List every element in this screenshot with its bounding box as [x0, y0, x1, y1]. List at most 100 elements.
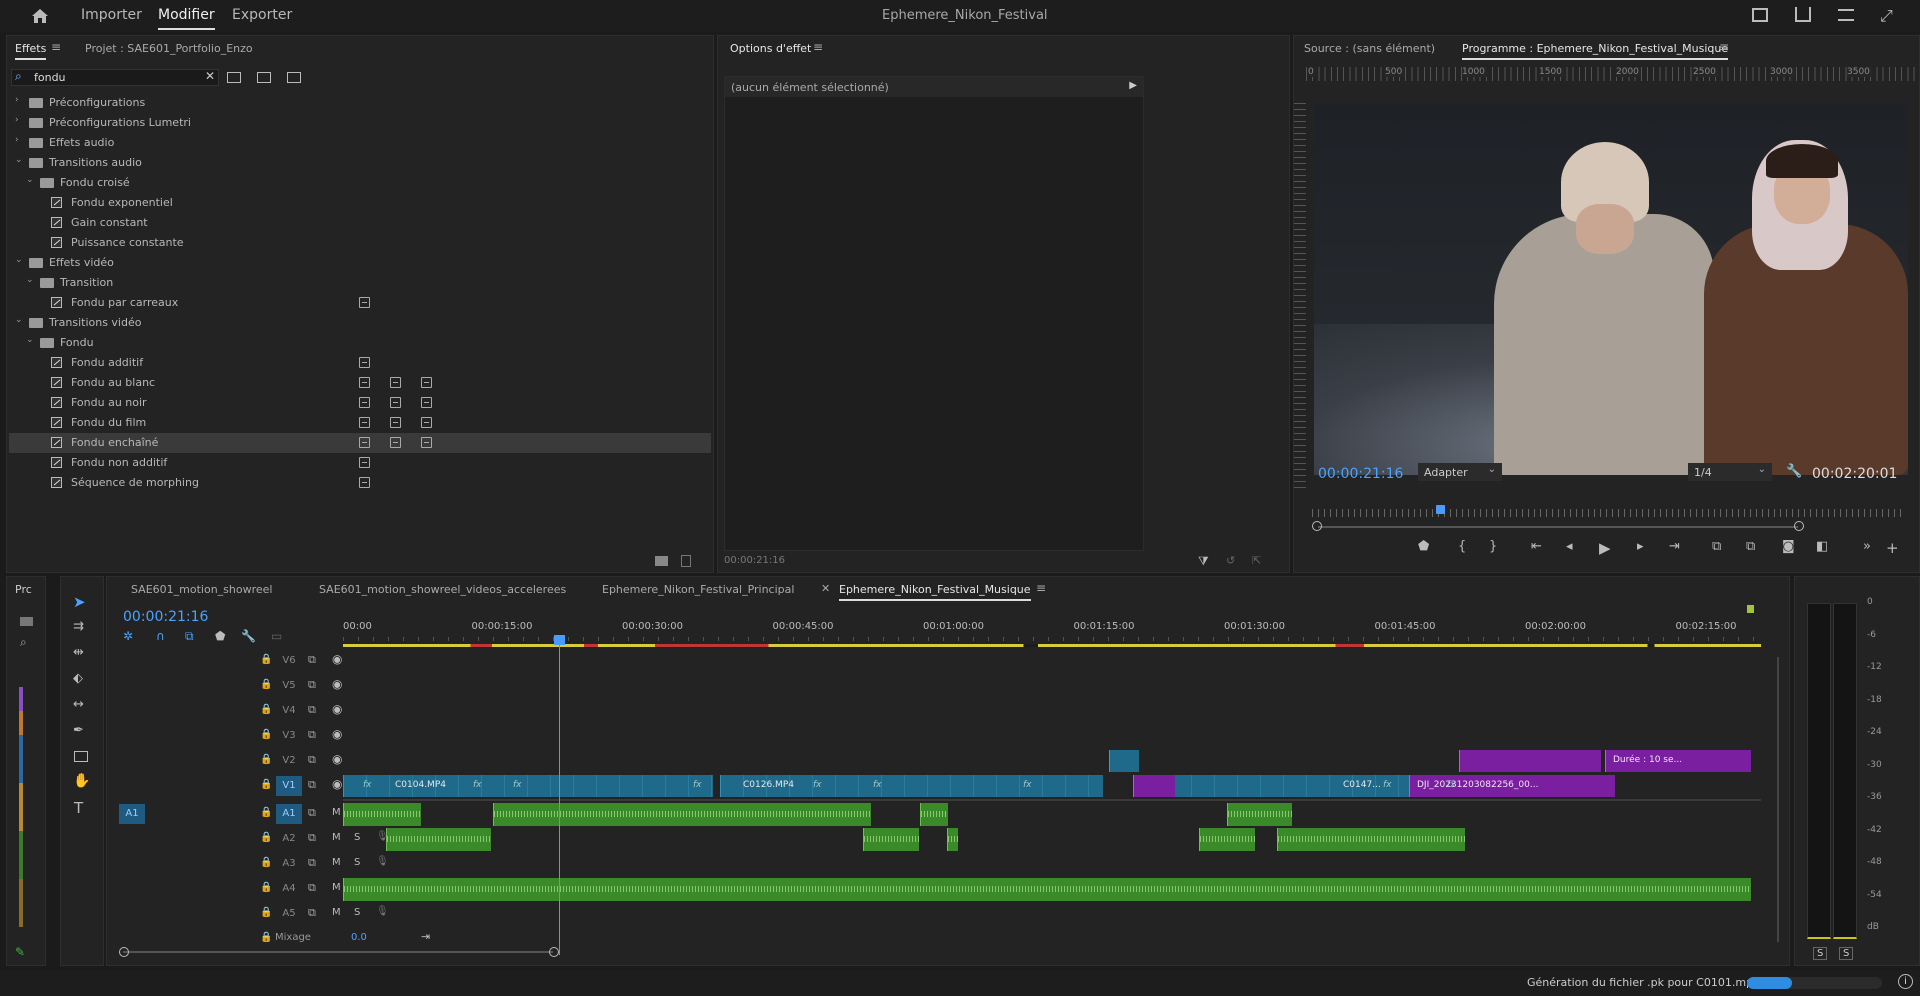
delete-icon[interactable]	[681, 555, 691, 567]
track-label[interactable]: A5	[276, 904, 302, 924]
track-label[interactable]: A4	[276, 879, 302, 899]
sync-lock-icon[interactable]: ⧉	[308, 778, 316, 792]
yuv-filter-icon[interactable]	[287, 72, 301, 83]
mark-in-icon[interactable]: {	[1458, 539, 1466, 554]
sync-lock-icon[interactable]: ⧉	[308, 831, 316, 845]
eye-icon[interactable]: ◉	[332, 777, 342, 791]
audio-clip[interactable]	[343, 803, 421, 826]
effects-tree-row[interactable]: ⌄ Effets vidéo	[9, 253, 711, 273]
32bit-filter-icon[interactable]	[257, 72, 271, 83]
search-icon[interactable]: ⌕	[20, 635, 27, 650]
zoom-handle-left[interactable]	[1312, 521, 1322, 531]
mix-value[interactable]: 0.0	[351, 932, 367, 943]
video-clip[interactable]	[1145, 775, 1441, 797]
tab-project-mini[interactable]: Prc	[15, 583, 32, 596]
export-frame-icon[interactable]: ◙	[1782, 539, 1795, 554]
lock-icon[interactable]: 🔒	[260, 932, 272, 943]
effects-tree-row[interactable]: Fondu additif	[9, 353, 711, 373]
wrench-icon[interactable]: 🔧	[1786, 464, 1802, 479]
selection-tool-icon[interactable]: ➤	[73, 593, 86, 611]
track-label[interactable]: V6	[276, 651, 302, 671]
info-icon[interactable]: i	[1898, 974, 1913, 989]
solo-button[interactable]: S	[354, 907, 360, 918]
effects-tree-row[interactable]: ⌄ Fondu	[9, 333, 711, 353]
play-icon[interactable]: ▶	[1599, 539, 1611, 557]
export-icon[interactable]: ⇱	[1252, 554, 1261, 567]
home-icon[interactable]	[31, 8, 49, 24]
lock-icon[interactable]: 🔒	[260, 882, 272, 893]
razor-tool-icon[interactable]: ⬖	[73, 671, 83, 686]
search-input[interactable]: fondu	[34, 71, 66, 84]
track-label[interactable]: V2	[276, 751, 302, 771]
hscroll-handle-right[interactable]	[549, 947, 559, 957]
nav-modifier[interactable]: Modifier	[158, 7, 215, 30]
workspaces-icon[interactable]	[1838, 9, 1854, 21]
effects-tree-row[interactable]: ⌄ Transitions vidéo	[9, 313, 711, 333]
effects-tree-row[interactable]: Séquence de morphing	[9, 473, 711, 493]
effects-tree-row[interactable]: ⌄ Fondu croisé	[9, 173, 711, 193]
mute-button[interactable]: M	[332, 907, 341, 918]
effects-tree-row[interactable]: Fondu enchaîné	[9, 433, 711, 453]
playhead-handle[interactable]	[554, 635, 565, 645]
clear-search-icon[interactable]: ✕	[205, 69, 215, 83]
play-arrow-icon[interactable]: ▶	[1129, 80, 1137, 91]
sync-lock-icon[interactable]: ⧉	[308, 753, 316, 767]
filter-icon[interactable]: ⧩	[1198, 554, 1209, 569]
eye-icon[interactable]: ◉	[332, 727, 342, 741]
chevron-right-icon[interactable]: ›	[15, 115, 19, 125]
close-tab-icon[interactable]: ✕	[821, 582, 830, 595]
audio-clip[interactable]	[1277, 828, 1465, 851]
add-marker-icon[interactable]: ⬟	[1418, 539, 1429, 554]
chevron-down-icon[interactable]: ⌄	[15, 155, 23, 165]
effects-tree-row[interactable]: Puissance constante	[9, 233, 711, 253]
panel-menu-icon[interactable]: ≡	[813, 40, 823, 54]
track-label[interactable]: V4	[276, 701, 302, 721]
sync-lock-icon[interactable]: ⧉	[308, 881, 316, 895]
effects-tree-row[interactable]: Fondu du film	[9, 413, 711, 433]
lock-icon[interactable]: 🔒	[260, 832, 272, 843]
mute-button[interactable]: M	[332, 832, 341, 843]
timeline-hscroll[interactable]	[123, 951, 553, 953]
lock-icon[interactable]: 🔒	[260, 754, 272, 765]
timeline-timecode[interactable]: 00:00:21:16	[123, 609, 208, 625]
video-clip[interactable]	[1109, 750, 1139, 772]
effects-tree-row[interactable]: Fondu au blanc	[9, 373, 711, 393]
eye-icon[interactable]: ◉	[332, 652, 342, 666]
monitor-scrub-ruler[interactable]	[1312, 509, 1902, 517]
chevron-down-icon[interactable]: ⌄	[15, 315, 23, 325]
track-label[interactable]: V3	[276, 726, 302, 746]
quick-export-icon[interactable]	[1752, 8, 1768, 22]
chevron-down-icon[interactable]: ⌄	[26, 335, 34, 345]
effects-tree-row[interactable]: Gain constant	[9, 213, 711, 233]
eye-icon[interactable]: ◉	[332, 752, 342, 766]
track-label[interactable]: A1	[276, 804, 302, 824]
timeline-tab[interactable]: Ephemere_Nikon_Festival_Principal	[602, 583, 794, 596]
effects-tree-row[interactable]: Fondu exponentiel	[9, 193, 711, 213]
new-bin-icon[interactable]	[655, 556, 668, 566]
nav-exporter[interactable]: Exporter	[232, 7, 292, 23]
step-back-icon[interactable]: ◂	[1566, 539, 1573, 554]
effects-tree-row[interactable]: › Préconfigurations Lumetri	[9, 113, 711, 133]
chevron-down-icon[interactable]: ⌄	[15, 255, 23, 265]
insert-nest-icon[interactable]: ✲	[123, 629, 133, 643]
sync-lock-icon[interactable]: ⧉	[308, 856, 316, 870]
pen-tool-icon[interactable]: ✒	[73, 723, 84, 738]
solo-button[interactable]: S	[354, 832, 360, 843]
audio-clip[interactable]	[343, 878, 1751, 901]
sync-lock-icon[interactable]: ⧉	[308, 703, 316, 717]
monitor-zoom-bar[interactable]	[1318, 526, 1798, 528]
step-forward-icon[interactable]: ▸	[1637, 539, 1644, 554]
tab-source[interactable]: Source : (sans élément)	[1304, 42, 1435, 55]
lock-icon[interactable]: 🔒	[260, 907, 272, 918]
ripple-edit-tool-icon[interactable]: ⇹	[73, 645, 84, 660]
source-patch-a1[interactable]: A1	[119, 804, 145, 824]
audio-clip[interactable]	[947, 828, 958, 851]
audio-clip[interactable]	[386, 828, 491, 851]
chevron-down-icon[interactable]: ⌄	[26, 275, 34, 285]
track-label[interactable]: A2	[276, 829, 302, 849]
audio-clip[interactable]	[1227, 803, 1292, 826]
more-controls-icon[interactable]: »	[1863, 539, 1871, 554]
button-editor-icon[interactable]: +	[1886, 539, 1899, 557]
audio-clip[interactable]	[920, 803, 948, 826]
hscroll-handle-left[interactable]	[119, 947, 129, 957]
